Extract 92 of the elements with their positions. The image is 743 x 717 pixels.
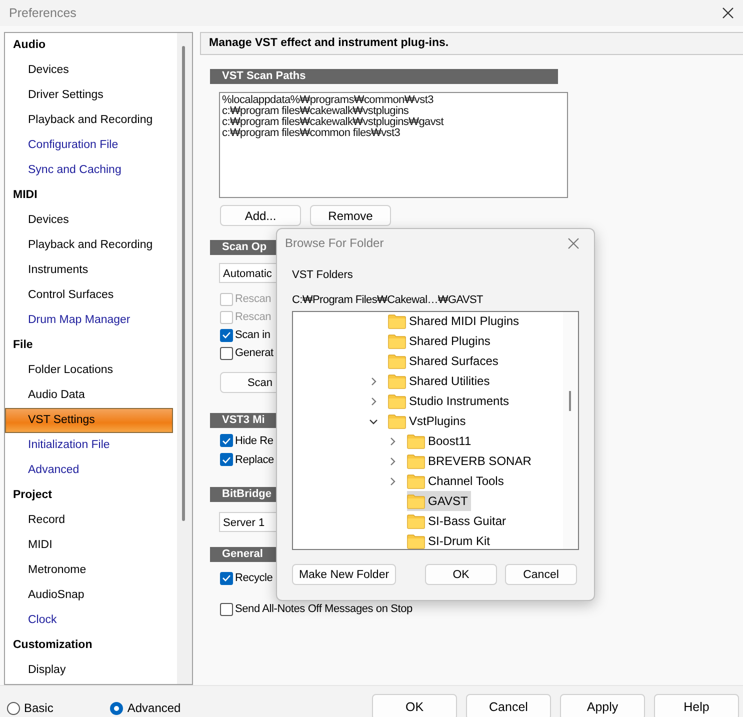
checkbox-label: Replace [235,454,274,466]
sidebar-item[interactable]: MIDI [5,533,177,558]
prompt-text: VST Folders [292,269,354,281]
sidebar-item[interactable]: VST Settings [5,408,173,433]
folder-icon [407,474,425,488]
tree-item[interactable]: BREVERB SONAR [407,451,534,471]
chevron-right-icon[interactable] [388,436,397,446]
folder-icon [388,334,406,348]
folder-icon [388,414,406,428]
scrollbar[interactable] [177,33,192,684]
sidebar-item[interactable]: Instruments [5,258,177,283]
dialog-button[interactable]: OK [425,564,497,585]
tree-item[interactable]: Shared MIDI Plugins [388,312,522,331]
sidebar-item[interactable]: Sync and Caching [5,158,177,183]
tree-item[interactable]: VstPlugins [388,411,469,431]
radio-button[interactable] [110,702,124,714]
checkbox-label: Generat [235,347,274,359]
radio-label: Advanced [127,701,181,715]
folder-icon [407,514,425,528]
tree-item[interactable]: SI-Bass Guitar [407,511,510,531]
dialog-button[interactable]: Make New Folder [292,564,396,585]
checkbox[interactable] [220,453,233,466]
dialog-button[interactable]: Apply [560,694,645,717]
sidebar-item[interactable]: Audio Data [5,383,177,408]
sidebar-item[interactable]: Display [5,658,177,683]
tree-item[interactable]: Shared Utilities [388,371,493,391]
checkbox[interactable] [220,328,233,342]
sidebar-item[interactable]: Driver Settings [5,83,177,108]
checkbox[interactable] [220,602,233,616]
chevron-down-icon[interactable] [369,416,378,426]
tree-item[interactable]: Studio Instruments [388,391,512,411]
sidebar-item[interactable]: Record [5,508,177,533]
sidebar-item[interactable]: Devices [5,208,177,233]
checkbox-label: Hide Re [235,434,274,446]
tree-item[interactable]: Shared Plugins [388,331,494,351]
panel-button[interactable]: Remove [310,205,391,226]
dialog-button[interactable]: Cancel [466,694,551,717]
folder-icon [407,534,425,548]
checkbox-label: Send All-Notes Off Messages on Stop [235,603,412,615]
checkbox[interactable] [220,434,233,447]
folder-icon [388,374,406,388]
folder-icon [407,454,425,468]
radio-button[interactable] [7,702,20,714]
radio-label: Basic [24,701,54,715]
tree-item[interactable]: GAVST [407,491,471,511]
chevron-right-icon[interactable] [388,456,397,466]
dialog-button[interactable]: Help [654,694,739,717]
checkbox-label: Rescan [235,293,272,305]
sidebar-heading: Audio [12,38,47,53]
folder-icon [388,314,406,328]
checkbox-label: Rescan [235,311,272,323]
section-header: VST Scan Paths [210,69,558,84]
chevron-right-icon[interactable] [369,376,378,386]
folder-tree[interactable]: Shared MIDI Plugins Shared Plugins Shared Surfaces Shared Utilities Studio Instruments VstPlugins Boost11 BREVERB SONAR Channel Tools GAVST SI-Bass Guitar SI-Drum Kit [292,311,579,550]
checkbox[interactable] [220,572,233,584]
tree-item[interactable]: SI-Drum Kit [407,531,494,549]
sidebar-item[interactable]: Configuration File [5,133,177,158]
sidebar-heading: File [12,338,34,353]
chevron-right-icon[interactable] [388,476,397,486]
path-list[interactable]: %localappdata%₩programs₩common₩vst3 c:₩program files₩cakewalk₩vstplugins c:₩program files₩cakewalk₩vstplugins₩gavst c:₩program files₩common files₩vst3 [219,92,568,198]
window-title: Preferences [9,6,76,20]
panel-button[interactable]: Add... [220,205,301,226]
sidebar-item[interactable]: Devices [5,58,177,83]
sidebar-item[interactable]: Drum Map Manager [5,308,177,333]
sidebar-item[interactable]: Advanced [5,458,177,483]
tree-item[interactable]: Shared Surfaces [388,351,502,371]
sidebar-heading: Customization [12,638,94,653]
sidebar-item[interactable]: Initialization File [5,433,177,458]
checkbox-label: Scan in [235,329,270,341]
sidebar-item[interactable]: Playback and Recording [5,233,177,258]
checkbox[interactable] [220,346,233,360]
description-bar: Manage VST effect and instrument plug-ins. [200,32,743,55]
dialog-button[interactable]: OK [372,694,457,717]
path-text: C:₩Program Files₩Cakewal…₩GAVST [292,294,484,306]
tree-item[interactable]: Boost11 [407,431,474,451]
sidebar-item[interactable]: Clock [5,608,177,633]
scrollbar[interactable] [563,312,578,549]
sidebar-item[interactable]: Folder Locations [5,358,177,383]
close-icon[interactable] [722,7,734,19]
sidebar-item[interactable]: Control Surfaces [5,283,177,308]
sidebar-heading: Project [12,488,53,503]
sidebar-heading: MIDI [12,188,38,203]
sidebar-item[interactable]: Playback and Recording [5,108,177,133]
sidebar-item[interactable]: AudioSnap [5,583,177,608]
checkbox-label: Recycle [235,572,273,584]
dialog-button[interactable]: Cancel [505,564,577,585]
folder-icon [407,494,425,508]
sidebar-item[interactable]: Metronome [5,558,177,583]
folder-icon [407,434,425,448]
folder-icon [388,394,406,408]
folder-icon [388,354,406,368]
chevron-right-icon[interactable] [369,396,378,406]
